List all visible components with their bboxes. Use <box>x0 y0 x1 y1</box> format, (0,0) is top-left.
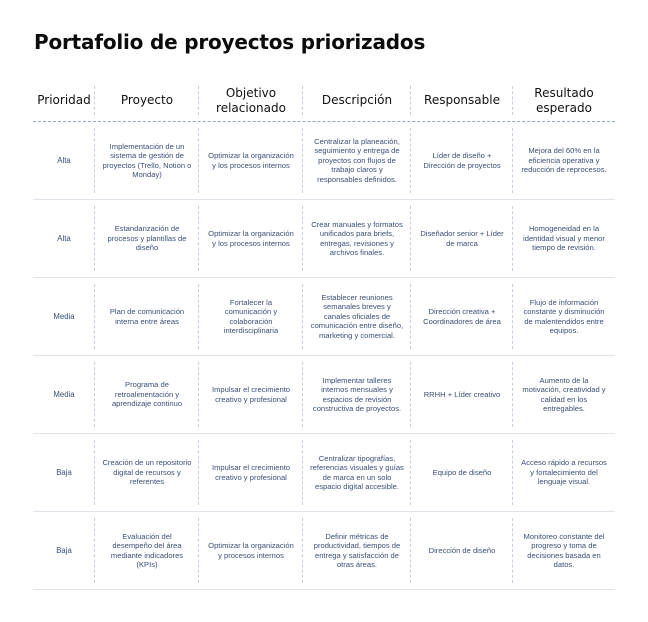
cell-objetivo: Optimizar la organización y procesos int… <box>199 512 303 589</box>
table-row: Alta Implementación de un sistema de ges… <box>33 122 615 200</box>
cell-responsable: RRHH + Líder creativo <box>411 356 513 433</box>
cell-responsable: Equipo de diseño <box>411 434 513 511</box>
cell-prioridad: Alta <box>33 200 95 277</box>
header-resultado: Resultado esperado <box>534 85 594 115</box>
page-title: Portafolio de proyectos priorizados <box>34 30 426 54</box>
cell-proyecto: Implementación de un sistema de gestión … <box>95 122 199 199</box>
cell-proyecto: Creación de un repositorio digital de re… <box>95 434 199 511</box>
cell-prioridad: Media <box>33 356 95 433</box>
cell-prioridad: Media <box>33 278 95 355</box>
cell-resultado: Mejora del 60% en la eficiencia operativ… <box>521 146 607 175</box>
table-header: Prioridad Proyecto Objetivo relacionado … <box>33 80 615 122</box>
cell-responsable: Dirección creativa + Coordinadores de ár… <box>411 278 513 355</box>
cell-descripcion: Crear manuales y formatos unificados par… <box>303 200 411 277</box>
cell-responsable: Dirección de diseño <box>411 512 513 589</box>
cell-resultado: Flujo de información constante y disminu… <box>523 297 605 335</box>
cell-objetivo: Optimizar la organización y los procesos… <box>199 122 303 199</box>
cell-objetivo: Impulsar el crecimiento creativo y profe… <box>199 356 303 433</box>
cell-resultado: Homogeneidad en la identidad visual y me… <box>523 224 605 253</box>
cell-descripcion: Centralizar tipografías, referencias vis… <box>303 434 411 511</box>
table-row: Media Plan de comunicación interna entre… <box>33 278 615 356</box>
table-row: Baja Evaluación del desempeño del área m… <box>33 512 615 590</box>
cell-resultado: Monitoreo constante del progreso y toma … <box>523 531 605 569</box>
cell-objetivo: Optimizar la organización y los procesos… <box>199 200 303 277</box>
table-row: Alta Estandarización de procesos y plant… <box>33 200 615 278</box>
cell-prioridad: Alta <box>33 122 95 199</box>
cell-descripcion: Centralizar la planeación, seguimiento y… <box>303 122 411 199</box>
cell-objetivo: Fortalecer la comunicación y colaboració… <box>199 278 303 355</box>
header-proyecto: Proyecto <box>95 80 199 121</box>
cell-proyecto: Programa de retroalimentación y aprendiz… <box>95 356 199 433</box>
cell-proyecto: Plan de comunicación interna entre áreas <box>95 278 199 355</box>
cell-resultado: Aumento de la motivación, creatividad y … <box>522 375 606 413</box>
header-prioridad: Prioridad <box>33 80 95 121</box>
cell-resultado: Acceso rápido a recursos y fortalecimien… <box>521 458 607 487</box>
cell-responsable: Líder de diseño + Dirección de proyectos <box>411 122 513 199</box>
cell-proyecto: Estandarización de procesos y plantillas… <box>95 200 199 277</box>
cell-responsable: Diseñador senior + Líder de marca <box>411 200 513 277</box>
header-responsable: Responsable <box>411 80 513 121</box>
cell-prioridad: Baja <box>33 512 95 589</box>
cell-descripcion: Definir métricas de productividad, tiemp… <box>303 512 411 589</box>
cell-descripcion: Establecer reuniones semanales breves y … <box>303 278 411 355</box>
table-row: Media Programa de retroalimentación y ap… <box>33 356 615 434</box>
table-row: Baja Creación de un repositorio digital … <box>33 434 615 512</box>
header-descripcion: Descripción <box>303 80 411 121</box>
cell-descripcion: Implementar talleres internos mensuales … <box>303 356 411 433</box>
projects-table: Prioridad Proyecto Objetivo relacionado … <box>33 80 615 590</box>
cell-proyecto: Evaluación del desempeño del área median… <box>95 512 199 589</box>
cell-prioridad: Baja <box>33 434 95 511</box>
header-objetivo: Objetivo relacionado <box>199 80 303 121</box>
cell-objetivo: Impulsar el crecimiento creativo y profe… <box>199 434 303 511</box>
